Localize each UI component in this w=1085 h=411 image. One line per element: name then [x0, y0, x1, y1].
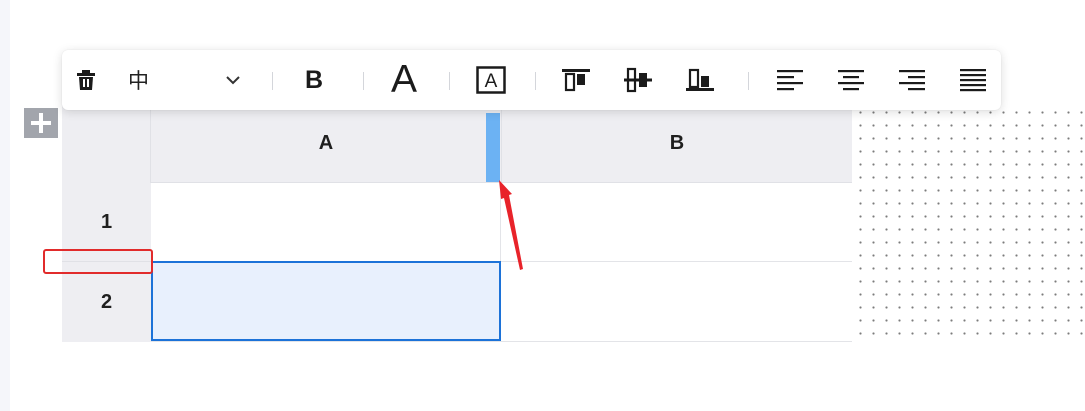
toolbar-divider [272, 72, 273, 90]
font-select[interactable]: 中 [128, 50, 248, 110]
align-right-button[interactable] [899, 50, 925, 110]
bordered-text-icon: A [476, 66, 506, 94]
align-middle-button[interactable] [624, 50, 652, 110]
column-header-b[interactable]: B [502, 104, 852, 183]
toolbar-divider [363, 72, 364, 90]
row-header-label: 2 [100, 290, 113, 313]
spreadsheet-table: A B 1 2 [62, 104, 852, 342]
column-header-label: B [669, 131, 685, 154]
delete-button[interactable] [74, 50, 98, 110]
plus-icon [31, 113, 51, 133]
align-middle-icon [624, 67, 652, 93]
column-header-a[interactable]: A [151, 104, 502, 183]
cell-b1[interactable] [501, 183, 852, 262]
align-right-icon [899, 70, 925, 91]
row-header-label: 1 [100, 210, 113, 233]
toolbar-divider [535, 72, 536, 90]
column-header-label: A [318, 131, 334, 154]
chevron-down-icon [226, 76, 240, 85]
align-center-icon [838, 70, 864, 91]
add-row-button[interactable] [24, 108, 58, 138]
align-bottom-button[interactable] [686, 50, 714, 110]
align-left-button[interactable] [777, 50, 803, 110]
align-justify-icon [960, 69, 986, 92]
cell-b2[interactable] [501, 262, 852, 341]
text-border-button[interactable]: A [475, 50, 507, 110]
cell-a2[interactable] [151, 261, 501, 341]
cell-formatting-toolbar: 中 B A A [62, 50, 1001, 110]
cell-a1[interactable] [151, 183, 501, 262]
annotation-highlight-box [43, 249, 153, 274]
align-bottom-icon [686, 68, 714, 91]
table-corner-cell [62, 104, 151, 183]
toolbar-divider [449, 72, 450, 90]
align-left-icon [777, 70, 803, 91]
row-header-2[interactable]: 2 [62, 262, 151, 342]
bold-label: B [304, 65, 324, 94]
dotted-canvas-background [852, 104, 1085, 342]
align-center-button[interactable] [838, 50, 864, 110]
trash-icon [77, 70, 95, 90]
align-top-button[interactable] [562, 50, 590, 110]
text-border-label: A [485, 71, 498, 92]
font-size-label: A [390, 58, 417, 101]
left-edge-strip [0, 0, 10, 411]
font-size-button[interactable]: A [388, 50, 420, 110]
toolbar-divider [748, 72, 749, 90]
font-select-value: 中 [128, 69, 149, 93]
bold-button[interactable]: B [300, 50, 328, 110]
annotation-arrow-icon [499, 180, 523, 270]
align-top-icon [562, 69, 590, 92]
column-resize-handle[interactable] [486, 113, 500, 182]
align-justify-button[interactable] [960, 50, 986, 110]
